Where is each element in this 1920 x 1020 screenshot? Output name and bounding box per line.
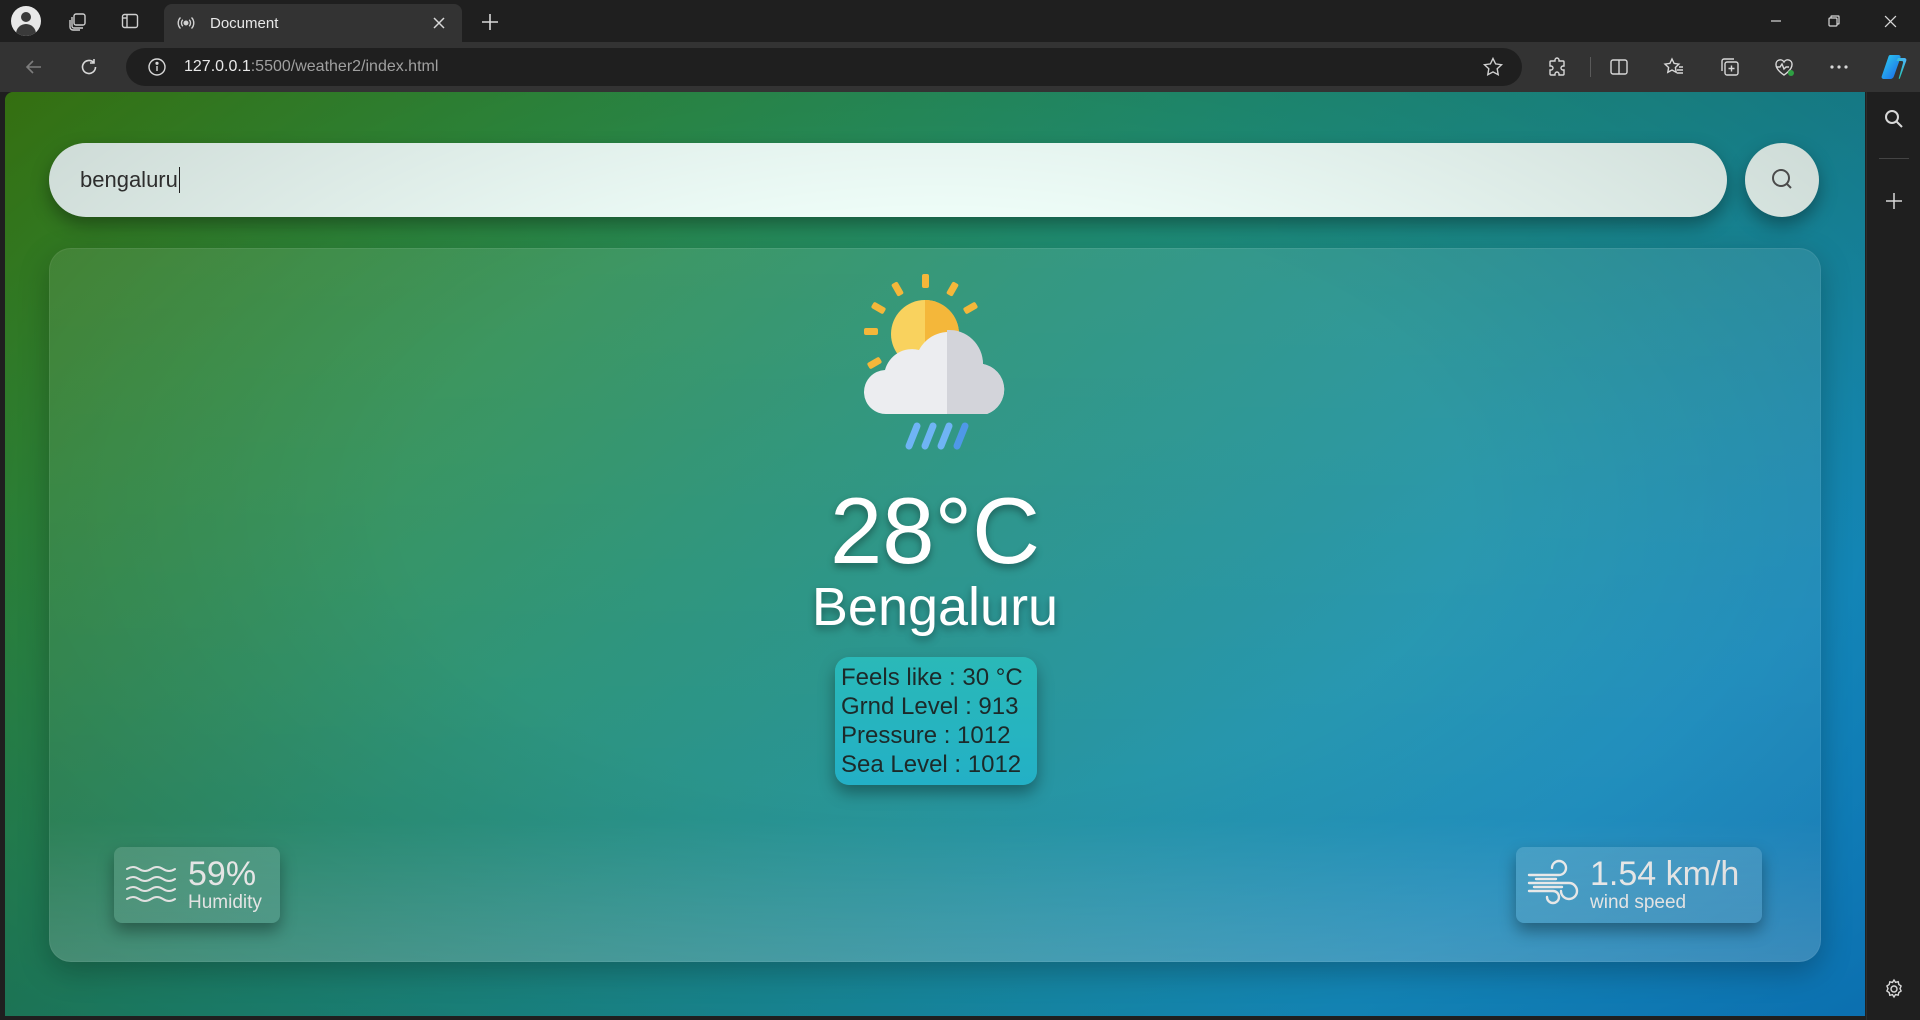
profile-button[interactable] (10, 5, 42, 37)
feels-like: Feels like : 30 °C (841, 664, 1023, 691)
partly-cloudy-rain-icon (863, 274, 1005, 450)
pressure: Pressure : 1012 (841, 722, 1011, 749)
sidebar-search-button[interactable] (1879, 104, 1909, 134)
city-name: Bengaluru (811, 577, 1059, 637)
browser-toolbar: 127.0.0.1:5500/weather2/index.html (0, 42, 1920, 92)
sidebar-add-button[interactable] (1879, 186, 1909, 216)
copilot-button[interactable] (1876, 49, 1912, 85)
back-button[interactable] (18, 51, 50, 83)
more-horizontal-icon (1830, 65, 1848, 69)
browser-titlebar: Document (0, 0, 1920, 42)
broadcast-icon (176, 13, 196, 33)
browser-essentials-button[interactable] (1768, 51, 1800, 83)
wind-value: 1.54 km/h (1590, 855, 1740, 893)
more-options-button[interactable] (1823, 51, 1855, 83)
search-icon (1772, 169, 1792, 189)
puzzle-icon (1549, 57, 1565, 76)
gear-icon (1886, 978, 1902, 999)
page-viewport: bengaluru 28°C Bengaluru Feels like: 30… (5, 92, 1865, 1016)
restore-icon (1828, 15, 1840, 27)
url-path: :5500/weather2/index.html (250, 58, 439, 75)
city-search-input[interactable]: bengaluru (49, 143, 1727, 217)
favorites-button[interactable] (1658, 51, 1690, 83)
minimize-button[interactable] (1748, 0, 1804, 42)
split-screen-button[interactable] (1603, 51, 1635, 83)
search-icon (1885, 110, 1903, 128)
split-screen-icon (1610, 59, 1628, 75)
browser-sidebar (1866, 92, 1920, 1020)
temperature: 28°C (829, 478, 1041, 583)
wind-text: 1.54 km/h wind speed (1590, 856, 1739, 914)
ground-level: Grnd Level : 913 (841, 693, 1019, 720)
workspaces-button[interactable] (62, 5, 94, 37)
tab-close-button[interactable] (428, 12, 450, 34)
url-host: 127.0.0.1 (184, 58, 251, 75)
favorites-icon (1663, 57, 1683, 74)
workspaces-icon (69, 13, 86, 31)
toolbar-divider (1590, 57, 1591, 77)
address-bar[interactable]: 127.0.0.1:5500/weather2/index.html (126, 48, 1522, 86)
extensions-button[interactable] (1542, 51, 1574, 83)
close-icon (1884, 15, 1896, 27)
humidity-value: 59% (188, 855, 257, 893)
sidebar-settings-button[interactable] (1879, 974, 1909, 1004)
url-text: 127.0.0.1:5500/weather2/index.html (184, 58, 438, 76)
new-tab-button[interactable] (474, 6, 506, 38)
wind-label: wind speed (1590, 892, 1687, 913)
search-input-value: bengaluru (80, 167, 178, 192)
wind-icon (1527, 859, 1579, 905)
heart-pulse-icon (1775, 59, 1794, 76)
collections-button[interactable] (1714, 51, 1746, 83)
humidity-panel: 59% Humidity (114, 847, 280, 923)
plus-icon (482, 14, 498, 30)
text-caret (178, 167, 181, 193)
vertical-tabs-icon (121, 13, 139, 29)
arrow-left-icon (25, 60, 41, 74)
tab-title: Document (210, 14, 279, 32)
restore-button[interactable] (1806, 0, 1862, 42)
minimize-icon (1771, 20, 1781, 22)
close-icon (433, 17, 445, 29)
weather-details-box: Feels like : 30 °C Grnd Level : 913 Pres… (835, 657, 1037, 785)
reload-button[interactable] (73, 51, 105, 83)
tab-actions-button[interactable] (114, 5, 146, 37)
search-button[interactable] (1745, 143, 1819, 217)
sea-level: Sea Level : 1012 (841, 751, 1022, 778)
window-close-button[interactable] (1862, 0, 1918, 42)
humidity-label: Humidity (188, 892, 262, 913)
sidebar-divider (1879, 158, 1909, 159)
favorite-star-icon[interactable] (1482, 56, 1504, 78)
profile-avatar-icon (11, 6, 41, 36)
wind-panel: 1.54 km/h wind speed (1516, 847, 1762, 923)
browser-tab[interactable]: Document (164, 4, 462, 42)
copilot-icon (1881, 55, 1907, 79)
reload-icon (81, 59, 97, 75)
waves-icon (126, 866, 176, 902)
humidity-text: 59% Humidity (188, 856, 262, 914)
plus-icon (1886, 193, 1902, 209)
collections-icon (1721, 58, 1739, 76)
site-info-icon[interactable] (146, 56, 168, 78)
